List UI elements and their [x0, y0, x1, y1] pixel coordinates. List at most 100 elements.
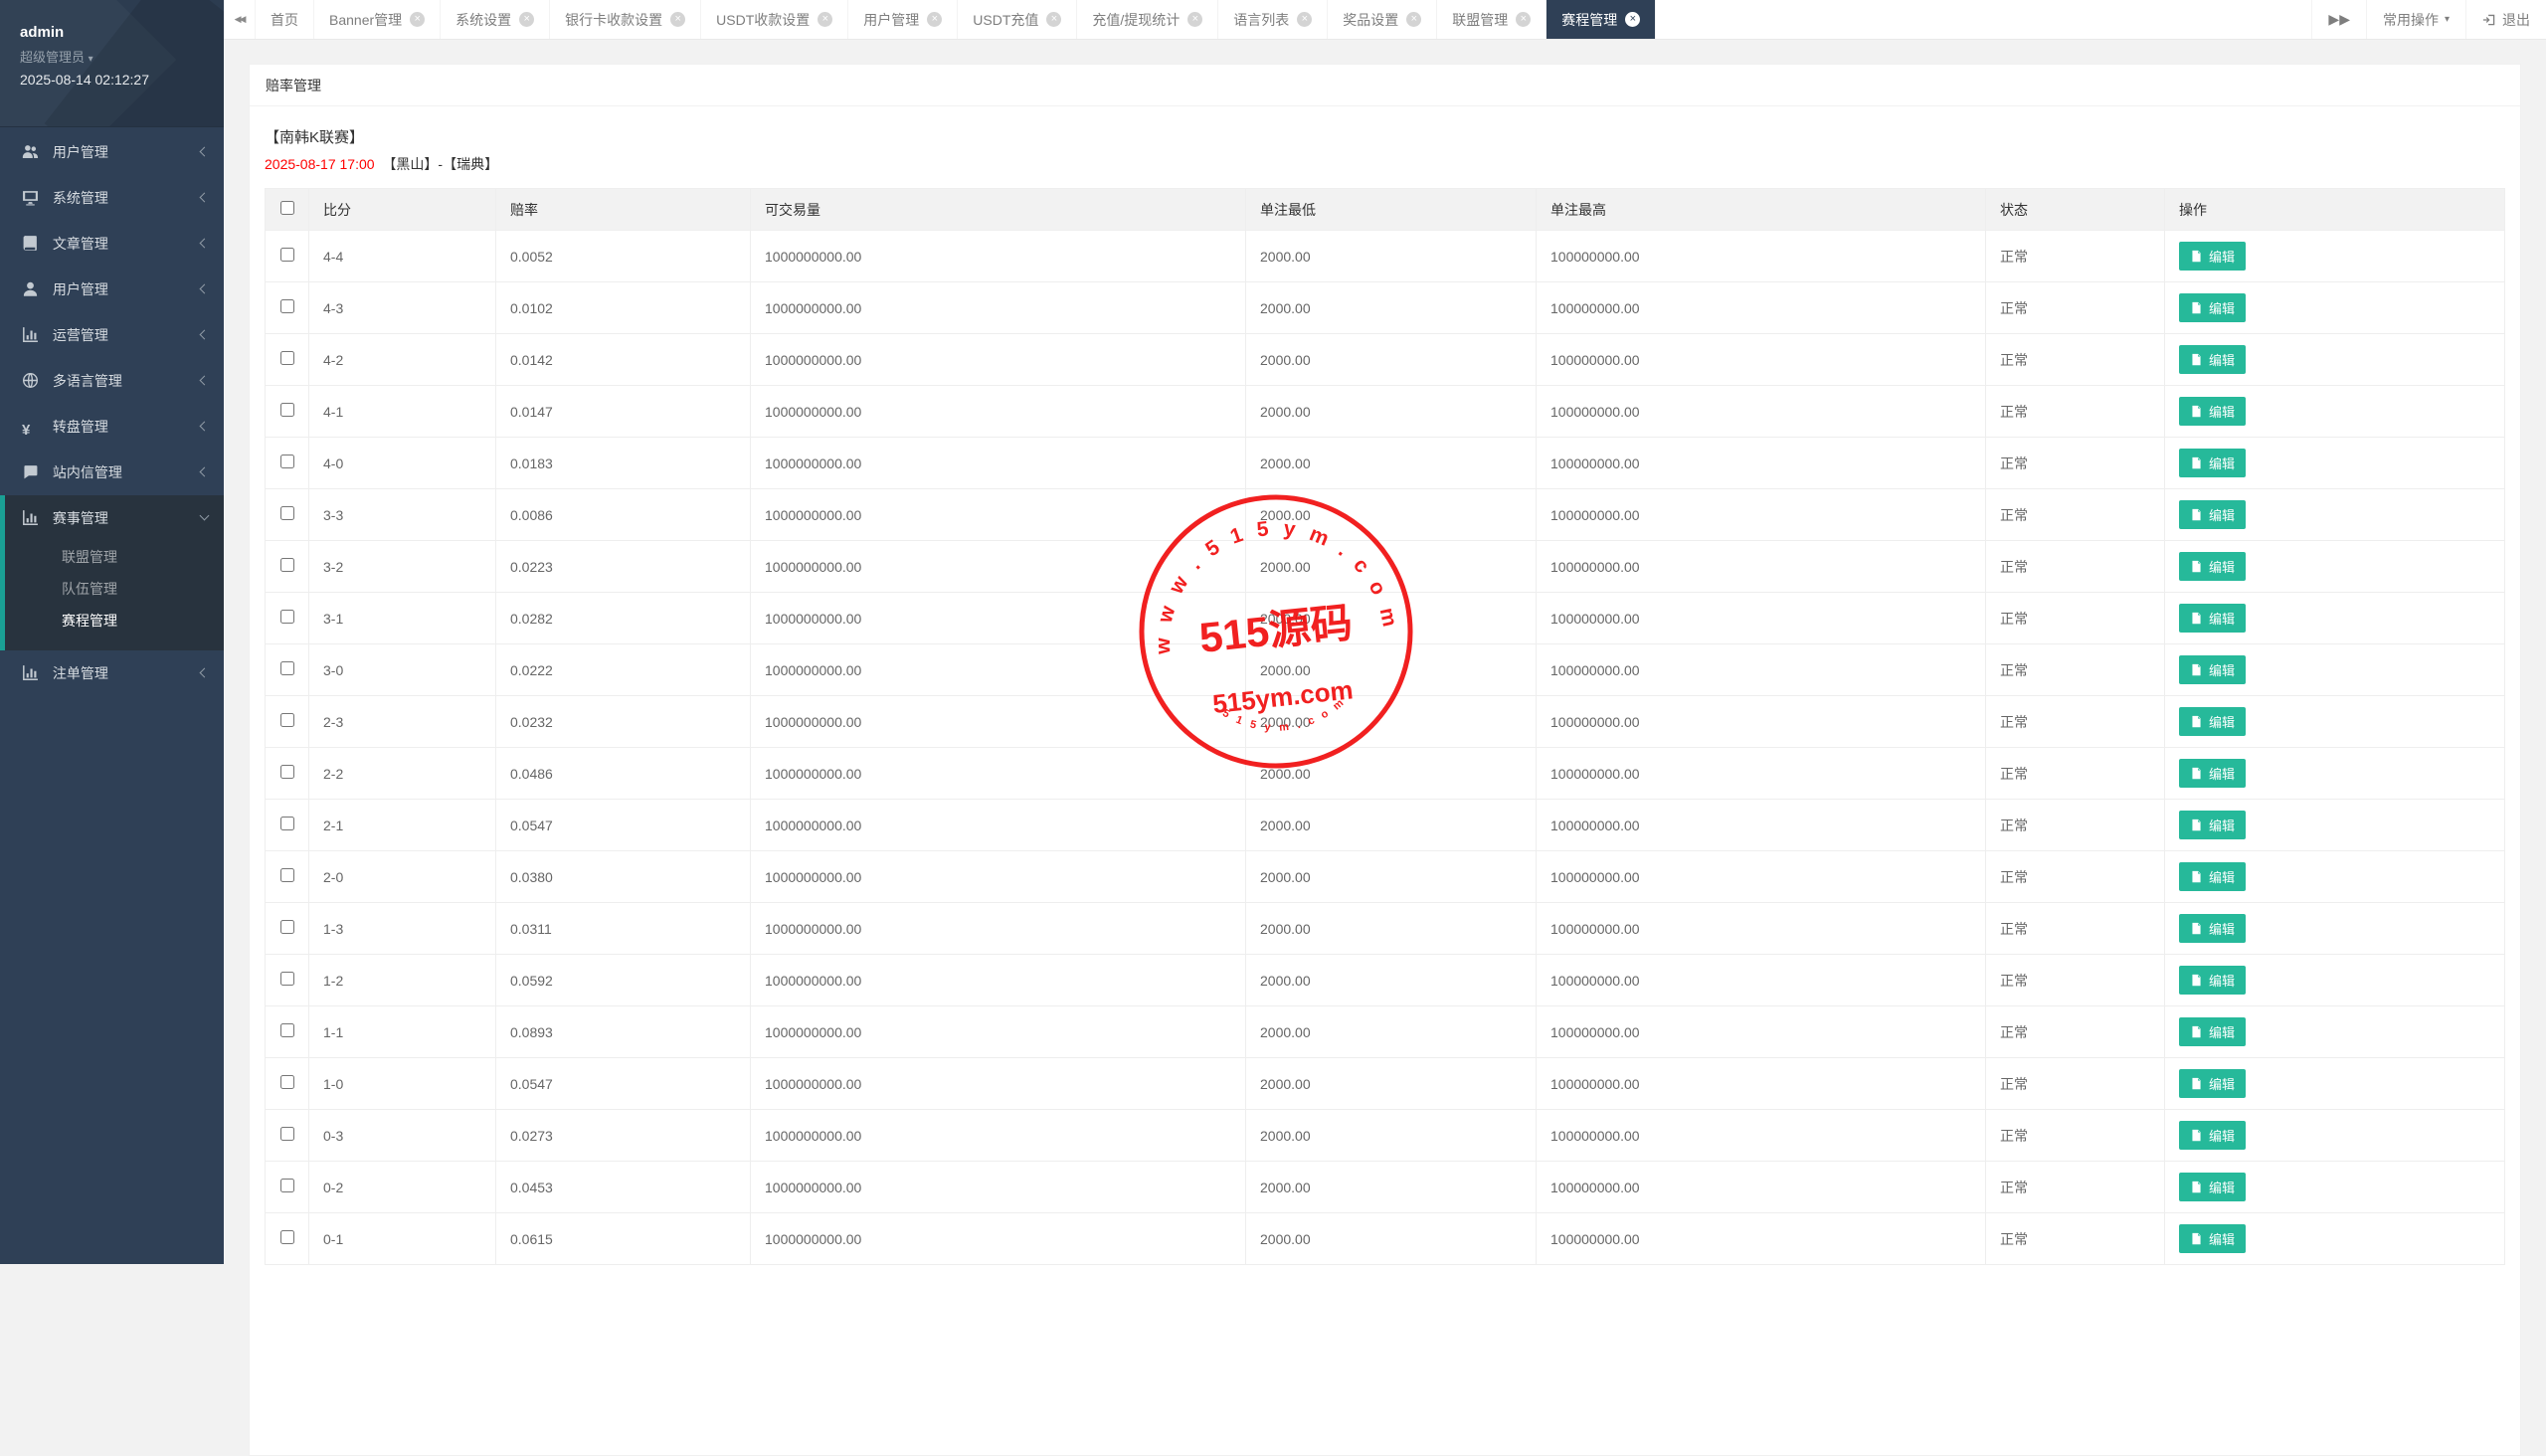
- table-row: 0-1 0.0615 1000000000.00 2000.00 1000000…: [266, 1213, 2505, 1265]
- row-checkbox[interactable]: [280, 868, 294, 882]
- status-cell: 正常: [1986, 800, 2165, 851]
- sidebar-item[interactable]: 用户管理: [0, 267, 224, 312]
- sidebar-subitem[interactable]: 联盟管理: [5, 541, 224, 573]
- row-checkbox[interactable]: [280, 1075, 294, 1089]
- tab[interactable]: 联盟管理 ×: [1437, 0, 1546, 39]
- edit-button[interactable]: 编辑: [2179, 862, 2246, 891]
- row-checkbox[interactable]: [280, 817, 294, 830]
- select-all-checkbox[interactable]: [280, 201, 294, 215]
- tab-close-icon[interactable]: ×: [1187, 12, 1202, 27]
- edit-button[interactable]: 编辑: [2179, 966, 2246, 995]
- common-operations-dropdown[interactable]: 常用操作 ▾: [2366, 0, 2465, 39]
- user-role-dropdown[interactable]: 超级管理员 ▾: [20, 47, 204, 66]
- row-checkbox[interactable]: [280, 972, 294, 986]
- edit-button[interactable]: 编辑: [2179, 1121, 2246, 1150]
- tab[interactable]: 充值/提现统计 ×: [1077, 0, 1218, 39]
- edit-button[interactable]: 编辑: [2179, 1173, 2246, 1201]
- edit-button[interactable]: 编辑: [2179, 500, 2246, 529]
- status-cell: 正常: [1986, 1058, 2165, 1110]
- row-checkbox[interactable]: [280, 248, 294, 262]
- tab-close-icon[interactable]: ×: [1406, 12, 1421, 27]
- row-checkbox[interactable]: [280, 506, 294, 520]
- row-checkbox[interactable]: [280, 455, 294, 468]
- tab[interactable]: 语言列表 ×: [1218, 0, 1328, 39]
- edit-button[interactable]: 编辑: [2179, 345, 2246, 374]
- tab[interactable]: 系统设置 ×: [441, 0, 550, 39]
- tab-close-icon[interactable]: ×: [410, 12, 425, 27]
- volume-cell: 1000000000.00: [751, 696, 1246, 748]
- tab[interactable]: 首页: [256, 0, 314, 39]
- comment-icon: [22, 463, 39, 480]
- sidebar-item[interactable]: 文章管理: [0, 221, 224, 267]
- tab-close-icon[interactable]: ×: [1046, 12, 1061, 27]
- tab-close-icon[interactable]: ×: [1516, 12, 1531, 27]
- sidebar-subitem[interactable]: 队伍管理: [5, 573, 224, 605]
- edit-button[interactable]: 编辑: [2179, 242, 2246, 271]
- row-checkbox[interactable]: [280, 1023, 294, 1037]
- login-time: 2025-08-14 02:12:27: [20, 72, 204, 88]
- edit-button[interactable]: 编辑: [2179, 552, 2246, 581]
- edit-button[interactable]: 编辑: [2179, 914, 2246, 943]
- status-cell: 正常: [1986, 438, 2165, 489]
- row-checkbox[interactable]: [280, 920, 294, 934]
- tab[interactable]: USDT收款设置 ×: [701, 0, 848, 39]
- edit-file-icon: [2190, 405, 2203, 418]
- row-checkbox[interactable]: [280, 1179, 294, 1192]
- sidebar-group: 注单管理: [0, 650, 224, 696]
- edit-button[interactable]: 编辑: [2179, 1224, 2246, 1253]
- edit-button[interactable]: 编辑: [2179, 293, 2246, 322]
- tab[interactable]: 奖品设置 ×: [1328, 0, 1437, 39]
- tab-close-icon[interactable]: ×: [927, 12, 942, 27]
- edit-button[interactable]: 编辑: [2179, 759, 2246, 788]
- row-checkbox[interactable]: [280, 661, 294, 675]
- edit-button[interactable]: 编辑: [2179, 1069, 2246, 1098]
- edit-button[interactable]: 编辑: [2179, 604, 2246, 633]
- sidebar-item[interactable]: 站内信管理: [0, 450, 224, 495]
- tabs-scroll-left-icon[interactable]: ◀◀: [224, 0, 256, 39]
- sidebar-item[interactable]: 用户管理: [0, 129, 224, 175]
- volume-cell: 1000000000.00: [751, 1006, 1246, 1058]
- row-checkbox[interactable]: [280, 1127, 294, 1141]
- tab[interactable]: 用户管理 ×: [848, 0, 958, 39]
- row-checkbox[interactable]: [280, 713, 294, 727]
- tab-close-icon[interactable]: ×: [1297, 12, 1312, 27]
- sidebar-subitem[interactable]: 赛程管理: [5, 605, 224, 637]
- row-checkbox[interactable]: [280, 610, 294, 624]
- row-checkbox[interactable]: [280, 765, 294, 779]
- tab-close-icon[interactable]: ×: [1625, 12, 1640, 27]
- volume-cell: 1000000000.00: [751, 800, 1246, 851]
- tabs-scroll-right-icon[interactable]: ▶▶: [2311, 0, 2366, 39]
- sidebar-item[interactable]: 系统管理: [0, 175, 224, 221]
- tab-close-icon[interactable]: ×: [818, 12, 832, 27]
- row-checkbox[interactable]: [280, 1230, 294, 1244]
- sidebar-item[interactable]: 赛事管理: [5, 495, 224, 541]
- caret-down-icon: ▾: [89, 54, 93, 65]
- logout-button[interactable]: 退出: [2465, 0, 2546, 39]
- max-cell: 100000000.00: [1537, 1213, 1986, 1265]
- row-checkbox[interactable]: [280, 351, 294, 365]
- edit-button[interactable]: 编辑: [2179, 449, 2246, 477]
- row-checkbox[interactable]: [280, 403, 294, 417]
- sidebar-item[interactable]: 运营管理: [0, 312, 224, 358]
- sidebar-item[interactable]: 注单管理: [0, 650, 224, 696]
- min-cell: 2000.00: [1246, 696, 1537, 748]
- edit-button[interactable]: 编辑: [2179, 811, 2246, 839]
- edit-button[interactable]: 编辑: [2179, 707, 2246, 736]
- sidebar-item[interactable]: ¥ 转盘管理: [0, 404, 224, 450]
- volume-cell: 1000000000.00: [751, 644, 1246, 696]
- tab-close-icon[interactable]: ×: [519, 12, 534, 27]
- row-checkbox[interactable]: [280, 558, 294, 572]
- edit-button[interactable]: 编辑: [2179, 1017, 2246, 1046]
- header-odds: 赔率: [496, 189, 751, 231]
- edit-button[interactable]: 编辑: [2179, 655, 2246, 684]
- tab[interactable]: 赛程管理 ×: [1546, 0, 1656, 39]
- tab[interactable]: USDT充值 ×: [958, 0, 1077, 39]
- tab-label: Banner管理: [329, 10, 402, 30]
- tab-close-icon[interactable]: ×: [670, 12, 685, 27]
- row-checkbox[interactable]: [280, 299, 294, 313]
- max-cell: 100000000.00: [1537, 386, 1986, 438]
- sidebar-item[interactable]: 多语言管理: [0, 358, 224, 404]
- edit-button[interactable]: 编辑: [2179, 397, 2246, 426]
- tab[interactable]: 银行卡收款设置 ×: [550, 0, 701, 39]
- tab[interactable]: Banner管理 ×: [314, 0, 441, 39]
